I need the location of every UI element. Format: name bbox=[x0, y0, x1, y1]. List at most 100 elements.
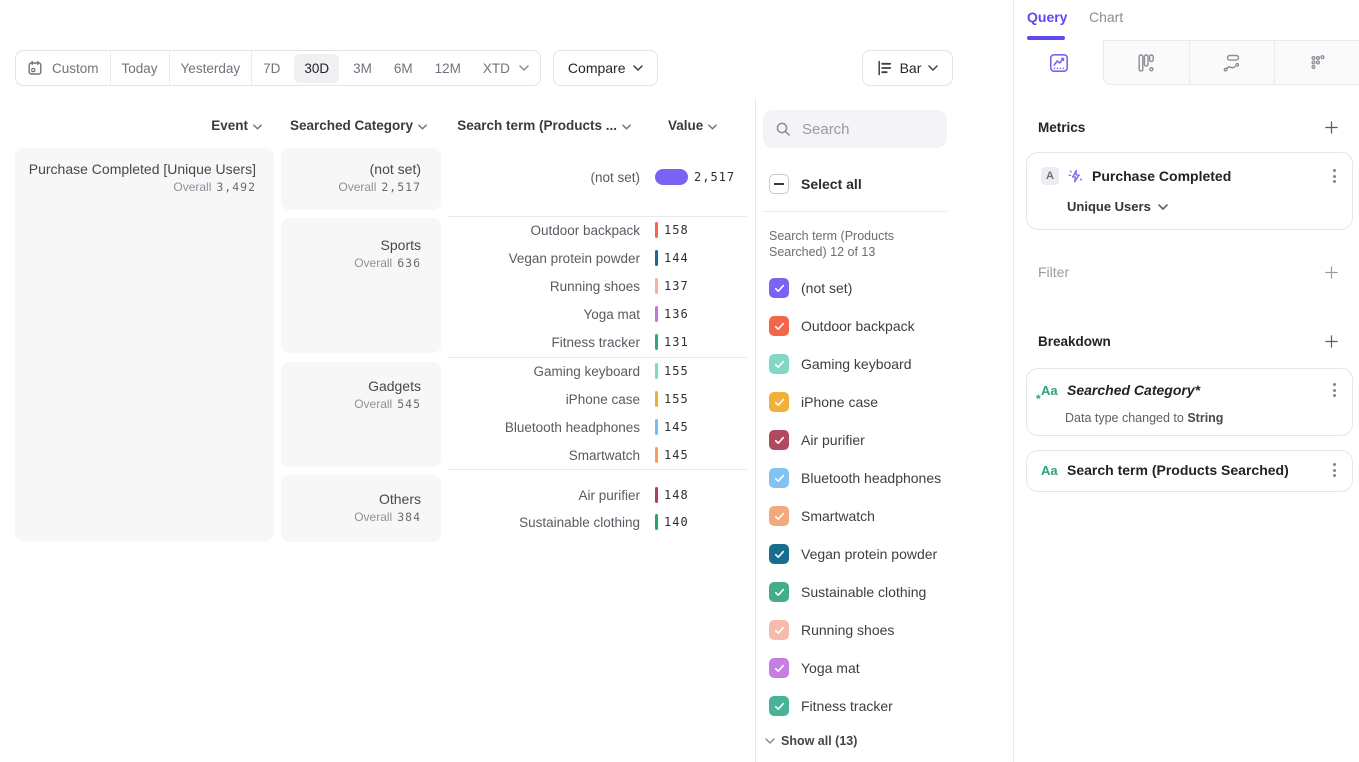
date-range-7d[interactable]: 7D bbox=[252, 51, 291, 85]
term-filter-item[interactable]: Outdoor backpack bbox=[769, 316, 941, 336]
breakdown-card[interactable]: AaSearch term (Products Searched) bbox=[1026, 450, 1353, 492]
term-checkbox[interactable] bbox=[769, 468, 789, 488]
term-label: (not set) bbox=[448, 170, 640, 185]
insights-icon bbox=[1048, 52, 1070, 74]
column-header-value[interactable]: Value bbox=[668, 117, 728, 134]
term-filter-item[interactable]: Bluetooth headphones bbox=[769, 468, 941, 488]
metric-card[interactable]: A Purchase Completed Unique Users bbox=[1026, 152, 1353, 230]
term-checkbox[interactable] bbox=[769, 430, 789, 450]
date-range-yesterday[interactable]: Yesterday bbox=[170, 51, 253, 85]
term-filter-item[interactable]: Vegan protein powder bbox=[769, 544, 941, 564]
term-checkbox[interactable] bbox=[769, 544, 789, 564]
term-filter-item[interactable]: Yoga mat bbox=[769, 658, 941, 678]
show-all-button[interactable]: Show all (13) bbox=[765, 734, 941, 748]
add-metric-button[interactable] bbox=[1324, 120, 1339, 135]
term-value: 148 bbox=[664, 488, 689, 502]
date-range-custom[interactable]: Custom bbox=[16, 51, 111, 85]
term-checkbox[interactable] bbox=[769, 658, 789, 678]
term-filter-item[interactable]: Running shoes bbox=[769, 620, 941, 640]
value-bar[interactable] bbox=[655, 514, 658, 530]
compare-button[interactable]: Compare bbox=[553, 50, 658, 86]
term-row: Air purifier148 bbox=[448, 481, 750, 509]
term-filter-label: Outdoor backpack bbox=[801, 318, 915, 334]
breakdown-menu-button[interactable] bbox=[1331, 461, 1338, 479]
term-checkbox[interactable] bbox=[769, 582, 789, 602]
tab-query[interactable]: Query bbox=[1027, 9, 1067, 25]
term-checkbox[interactable] bbox=[769, 620, 789, 640]
term-checkbox[interactable] bbox=[769, 278, 789, 298]
tab-funnels[interactable] bbox=[1104, 41, 1189, 84]
value-bar[interactable] bbox=[655, 306, 658, 322]
category-cell[interactable]: GadgetsOverall545 bbox=[281, 362, 441, 467]
value-bar[interactable] bbox=[655, 250, 658, 266]
breakdown-card[interactable]: Aa*Searched Category*Data type changed t… bbox=[1026, 368, 1353, 436]
term-filter-item[interactable]: Gaming keyboard bbox=[769, 354, 941, 374]
term-checkbox[interactable] bbox=[769, 506, 789, 526]
term-checkbox[interactable] bbox=[769, 696, 789, 716]
event-cell[interactable]: Purchase Completed [Unique Users]Overall… bbox=[15, 148, 274, 541]
breakdown-name: Searched Category* bbox=[1067, 382, 1331, 398]
date-range-6m[interactable]: 6M bbox=[383, 51, 424, 85]
value-bar[interactable] bbox=[655, 419, 658, 435]
category-overall: Overall545 bbox=[354, 395, 421, 413]
measurement-dropdown[interactable]: Unique Users bbox=[1067, 199, 1168, 214]
add-filter-button[interactable] bbox=[1324, 265, 1339, 280]
add-breakdown-button[interactable] bbox=[1324, 334, 1339, 349]
tab-chart[interactable]: Chart bbox=[1089, 9, 1123, 25]
term-row: Vegan protein powder144 bbox=[448, 244, 750, 272]
event-name: Purchase Completed [Unique Users] bbox=[29, 160, 256, 178]
chart-type-button[interactable]: Bar bbox=[862, 50, 953, 86]
category-name: Others bbox=[354, 490, 421, 508]
select-all-checkbox[interactable] bbox=[769, 174, 789, 194]
term-filter-item[interactable]: Sustainable clothing bbox=[769, 582, 941, 602]
value-bar[interactable] bbox=[655, 363, 658, 379]
term-row: Running shoes137 bbox=[448, 272, 750, 300]
date-range-3m[interactable]: 3M bbox=[342, 51, 383, 85]
tab-flows[interactable] bbox=[1189, 41, 1275, 84]
value-bar[interactable] bbox=[655, 391, 658, 407]
metric-menu-button[interactable] bbox=[1331, 167, 1338, 185]
column-header-event[interactable]: Event bbox=[15, 117, 262, 134]
filter-section-header: Filter bbox=[1038, 264, 1339, 280]
value-bar[interactable] bbox=[655, 487, 658, 503]
category-overall: Overall2,517 bbox=[338, 178, 421, 196]
date-range-30d[interactable]: 30D bbox=[294, 54, 339, 83]
term-filter-item[interactable]: Air purifier bbox=[769, 430, 941, 450]
report-type-tabs-inactive bbox=[1103, 40, 1359, 85]
breakdown-card-row: Aa* Searched Category* bbox=[1041, 381, 1338, 399]
date-range-today[interactable]: Today bbox=[111, 51, 170, 85]
term-row: Smartwatch145 bbox=[448, 441, 750, 469]
category-cell[interactable]: SportsOverall636 bbox=[281, 218, 441, 353]
tab-retention[interactable] bbox=[1274, 41, 1359, 84]
check-icon bbox=[774, 664, 785, 673]
value-bar[interactable] bbox=[655, 334, 658, 350]
term-value: 144 bbox=[664, 251, 689, 265]
term-checkbox[interactable] bbox=[769, 354, 789, 374]
term-filter-item[interactable]: Fitness tracker bbox=[769, 696, 941, 716]
search-input[interactable] bbox=[802, 121, 922, 138]
value-bar[interactable] bbox=[655, 222, 658, 238]
category-cell[interactable]: OthersOverall384 bbox=[281, 475, 441, 542]
value-bar[interactable] bbox=[655, 447, 658, 463]
column-header-searched-category[interactable]: Searched Category bbox=[281, 117, 427, 134]
tab-insights[interactable] bbox=[1014, 40, 1103, 85]
column-header-search-term[interactable]: Search term (Products ... bbox=[448, 117, 631, 134]
date-range-12m[interactable]: 12M bbox=[424, 51, 472, 85]
term-checkbox[interactable] bbox=[769, 316, 789, 336]
category-cell-text: OthersOverall384 bbox=[354, 490, 421, 526]
search-box[interactable] bbox=[763, 110, 947, 148]
string-property-icon: Aa* bbox=[1041, 383, 1063, 398]
term-filter-item[interactable]: (not set) bbox=[769, 278, 941, 298]
search-icon bbox=[775, 121, 791, 137]
bar-chart-icon bbox=[877, 60, 893, 76]
term-checkbox[interactable] bbox=[769, 392, 789, 412]
calendar-icon bbox=[27, 60, 43, 76]
term-filter-item[interactable]: iPhone case bbox=[769, 392, 941, 412]
value-bar[interactable] bbox=[655, 169, 688, 185]
breakdown-menu-button[interactable] bbox=[1331, 381, 1338, 399]
select-all[interactable]: Select all bbox=[769, 174, 862, 194]
term-filter-item[interactable]: Smartwatch bbox=[769, 506, 941, 526]
date-range-xtd[interactable]: XTD bbox=[472, 51, 540, 85]
value-bar[interactable] bbox=[655, 278, 658, 294]
category-cell[interactable]: (not set)Overall2,517 bbox=[281, 148, 441, 210]
